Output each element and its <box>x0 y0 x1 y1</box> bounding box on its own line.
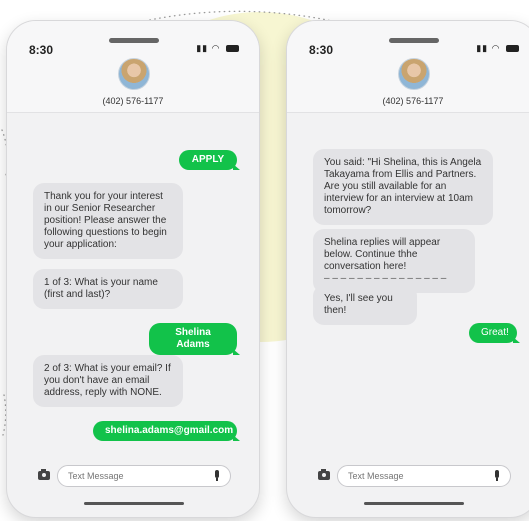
incoming-message: Thank you for your interest in our Senio… <box>33 183 183 259</box>
incoming-message: Shelina replies will appear below. Conti… <box>313 229 475 293</box>
contact-avatar[interactable] <box>118 58 150 90</box>
battery-icon <box>226 45 239 53</box>
contact-avatar[interactable] <box>398 58 430 90</box>
home-indicator[interactable] <box>84 502 184 505</box>
message-thread: APPLY Thank you for your interest in our… <box>7 113 259 458</box>
phone-right: 8:30 ▮▮ ◠ (402) 576-1177 You said: "Hi S… <box>286 20 529 518</box>
status-time: 8:30 <box>309 43 334 57</box>
incoming-message: 1 of 3: What is your name (first and las… <box>33 269 183 309</box>
incoming-message: 2 of 3: What is your email? If you don't… <box>33 355 183 407</box>
text-message-input[interactable] <box>337 465 511 487</box>
phone-notch <box>109 38 159 43</box>
home-indicator[interactable] <box>364 502 464 505</box>
outgoing-message: Great! <box>469 323 520 343</box>
status-icons: ▮▮ ◠ <box>196 43 239 54</box>
status-icons: ▮▮ ◠ <box>476 43 519 54</box>
contact-number: (402) 576-1177 <box>382 96 444 106</box>
chat-header: 8:30 ▮▮ ◠ (402) 576-1177 <box>287 21 529 113</box>
chat-header: 8:30 ▮▮ ◠ (402) 576-1177 <box>7 21 259 113</box>
wifi-icon: ◠ <box>211 43 221 53</box>
incoming-message: You said: "Hi Shelina, this is Angela Ta… <box>313 149 493 225</box>
microphone-icon[interactable] <box>215 470 219 481</box>
phone-notch <box>389 38 439 43</box>
incoming-message-text: Shelina replies will appear below. Conti… <box>324 237 441 272</box>
message-input-bar <box>287 458 529 498</box>
phone-left: 8:30 ▮▮ ◠ (402) 576-1177 APPLY Thank you… <box>6 20 260 518</box>
status-time: 8:30 <box>29 43 54 57</box>
contact-number: (402) 576-1177 <box>102 96 164 106</box>
incoming-message: Yes, I'll see you then! <box>313 285 417 325</box>
camera-icon[interactable] <box>38 469 50 480</box>
signal-icon: ▮▮ <box>196 43 209 53</box>
outgoing-message: shelina.adams@gmail.com <box>93 421 240 441</box>
outgoing-message: APPLY <box>179 150 240 170</box>
camera-icon[interactable] <box>318 469 330 480</box>
signal-icon: ▮▮ <box>476 43 489 53</box>
battery-icon <box>506 45 519 53</box>
wifi-icon: ◠ <box>491 43 501 53</box>
microphone-icon[interactable] <box>495 470 499 481</box>
dashed-divider: – – – – – – – – – – – – – – – <box>324 273 447 284</box>
outgoing-message: Shelina Adams <box>149 323 240 355</box>
message-thread: You said: "Hi Shelina, this is Angela Ta… <box>287 113 529 458</box>
text-message-input[interactable] <box>57 465 231 487</box>
message-input-bar <box>7 458 259 498</box>
